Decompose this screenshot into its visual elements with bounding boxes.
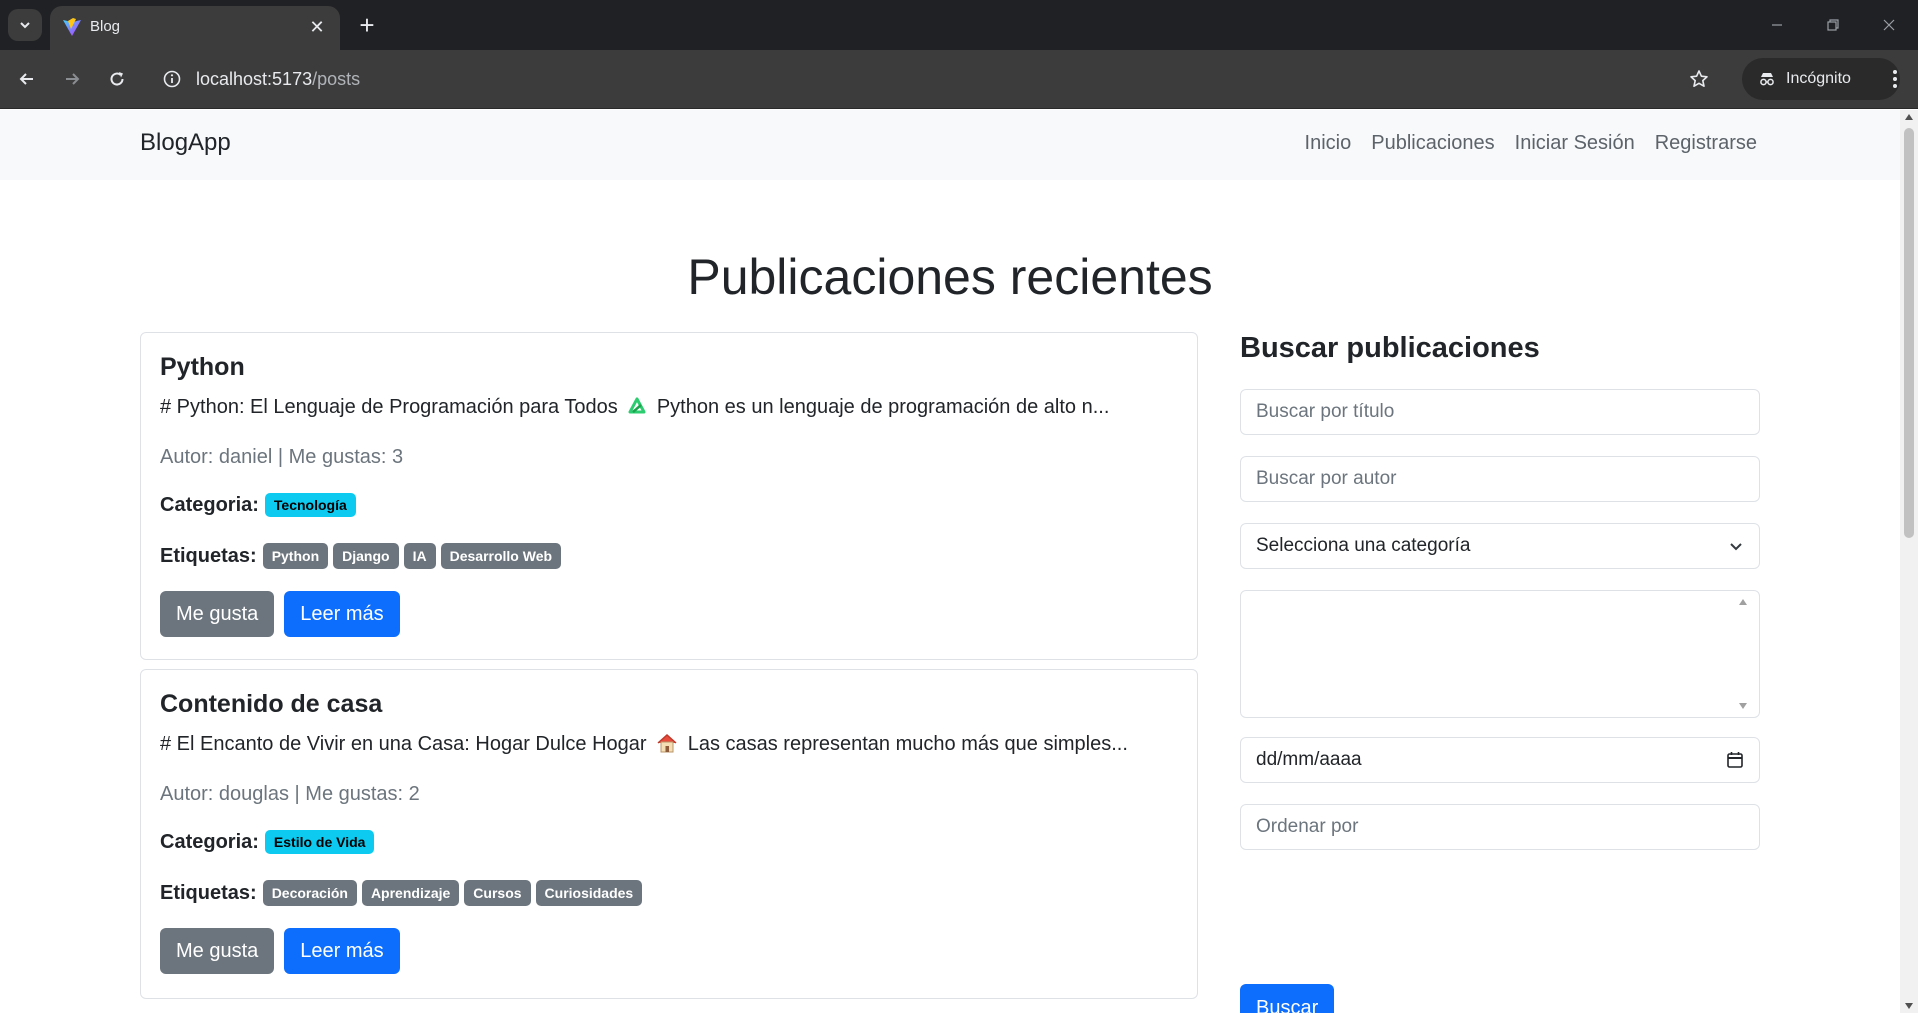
post-actions: Me gusta Leer más [160,591,400,637]
close-tab-icon[interactable]: ✕ [306,16,328,38]
post-category: Categoria: Estilo de Vida [160,830,375,854]
post-excerpt-end: Python es un lenguaje de programación de… [656,396,1110,418]
textarea-scroll-up-icon[interactable] [1739,599,1747,605]
back-icon[interactable] [10,62,44,96]
tags-textarea[interactable] [1240,590,1760,718]
scroll-up-icon[interactable] [1905,114,1913,120]
new-tab-button[interactable]: + [352,10,382,40]
tag-badge: Python [262,543,329,569]
house-emoji-icon [657,733,677,753]
post-category: Categoria: Tecnología [160,493,356,517]
post-title: Contenido de casa [160,690,383,718]
post-excerpt-end: Las casas representan mucho más que simp… [687,733,1128,755]
post-excerpt: # El Encanto de Vivir en una Casa: Hogar… [160,733,1128,756]
search-title: Buscar publicaciones [1240,332,1540,364]
browser-menu-icon[interactable] [1880,62,1910,96]
reload-icon[interactable] [100,62,134,96]
chevron-down-icon [1730,543,1742,551]
category-badge: Estilo de Vida [264,830,375,854]
category-select-value: Selecciona una categoría [1256,535,1471,556]
browser-toolbar: localhost:5173/posts Incógnito [0,50,1918,109]
forward-icon[interactable] [55,62,89,96]
tag-badge: Decoración [262,880,357,906]
textarea-scroll-down-icon[interactable] [1739,703,1747,709]
minimize-window-icon[interactable] [1762,12,1792,38]
browser-tab-bar: Blog ✕ + [0,0,1918,50]
order-field [1240,804,1760,850]
tags-label: Etiquetas: [160,881,257,904]
tag-badge: Django [333,543,399,569]
scroll-thumb[interactable] [1904,128,1914,538]
tag-badge: Cursos [464,880,531,906]
nav-link-publicaciones[interactable]: Publicaciones [1371,132,1494,155]
browser-tab-active[interactable]: Blog ✕ [50,6,340,50]
bookmark-star-icon[interactable] [1682,62,1716,96]
tag-badge: Curiosidades [535,880,643,906]
post-meta: Autor: daniel | Me gustas: 3 [160,446,404,468]
post-meta: Autor: douglas | Me gustas: 2 [160,783,420,805]
post-excerpt: # Python: El Lenguaje de Programación pa… [160,396,1109,419]
incognito-indicator[interactable]: Incógnito [1742,58,1900,100]
url-path: /posts [312,69,361,89]
post-excerpt-start: # El Encanto de Vivir en una Casa: Hogar… [160,733,647,755]
nav-links: Inicio Publicaciones Iniciar Sesión Regi… [1305,132,1757,155]
tab-search-button[interactable] [8,9,42,41]
chevron-down-icon [20,22,30,29]
tags-label: Etiquetas: [160,544,257,567]
date-input[interactable]: dd/mm/aaaa [1240,737,1760,783]
post-card: Contenido de casa # El Encanto de Vivir … [140,669,1198,999]
post-tags: Etiquetas: Python Django IA Desarrollo W… [160,543,562,569]
like-button[interactable]: Me gusta [160,591,275,637]
page-viewport: BlogApp Inicio Publicaciones Iniciar Ses… [0,110,1900,1013]
vite-logo-icon [63,18,81,36]
brand-logo[interactable]: BlogApp [140,129,231,157]
title-search-field [1240,389,1760,435]
page-scrollbar[interactable] [1900,110,1918,1013]
nav-link-registrarse[interactable]: Registrarse [1655,132,1757,155]
read-more-button[interactable]: Leer más [284,928,400,974]
site-info-icon[interactable] [162,69,182,89]
like-button[interactable]: Me gusta [160,928,275,974]
post-excerpt-start: # Python: El Lenguaje de Programación pa… [160,396,618,418]
nav-link-iniciar-sesion[interactable]: Iniciar Sesión [1515,132,1635,155]
category-label: Categoria: [160,493,259,516]
page-title: Publicaciones recientes [687,249,1213,305]
tab-title: Blog [90,18,121,35]
incognito-icon [1760,73,1774,86]
post-card: Python # Python: El Lenguaje de Programa… [140,332,1198,660]
post-title: Python [160,353,245,381]
restore-window-icon[interactable] [1818,12,1848,38]
read-more-button[interactable]: Leer más [284,591,400,637]
nav-link-inicio[interactable]: Inicio [1305,132,1352,155]
url-host: localhost:5173 [196,69,313,89]
category-label: Categoria: [160,830,259,853]
incognito-label: Incógnito [1786,70,1851,87]
tag-badge: IA [403,543,436,569]
post-actions: Me gusta Leer más [160,928,400,974]
search-button[interactable]: Buscar [1240,984,1335,1013]
close-window-icon[interactable] [1874,12,1904,38]
scroll-down-icon[interactable] [1905,1003,1913,1009]
url-text: localhost:5173/posts [196,69,360,90]
site-navbar: BlogApp Inicio Publicaciones Iniciar Ses… [0,110,1900,180]
tag-badge: Desarrollo Web [440,543,562,569]
post-tags: Etiquetas: Decoración Aprendizaje Cursos… [160,880,643,906]
title-search-input[interactable] [1256,401,1744,423]
address-bar[interactable]: localhost:5173/posts [150,57,1690,101]
date-input-value: dd/mm/aaaa [1256,749,1362,770]
python-emoji-icon [628,397,646,414]
order-input[interactable] [1256,816,1744,838]
author-search-input[interactable] [1256,468,1744,490]
author-search-field [1240,456,1760,502]
category-select[interactable]: Selecciona una categoría [1240,523,1760,569]
tag-badge: Aprendizaje [361,880,460,906]
calendar-icon[interactable] [1726,751,1744,769]
category-badge: Tecnología [264,493,356,517]
